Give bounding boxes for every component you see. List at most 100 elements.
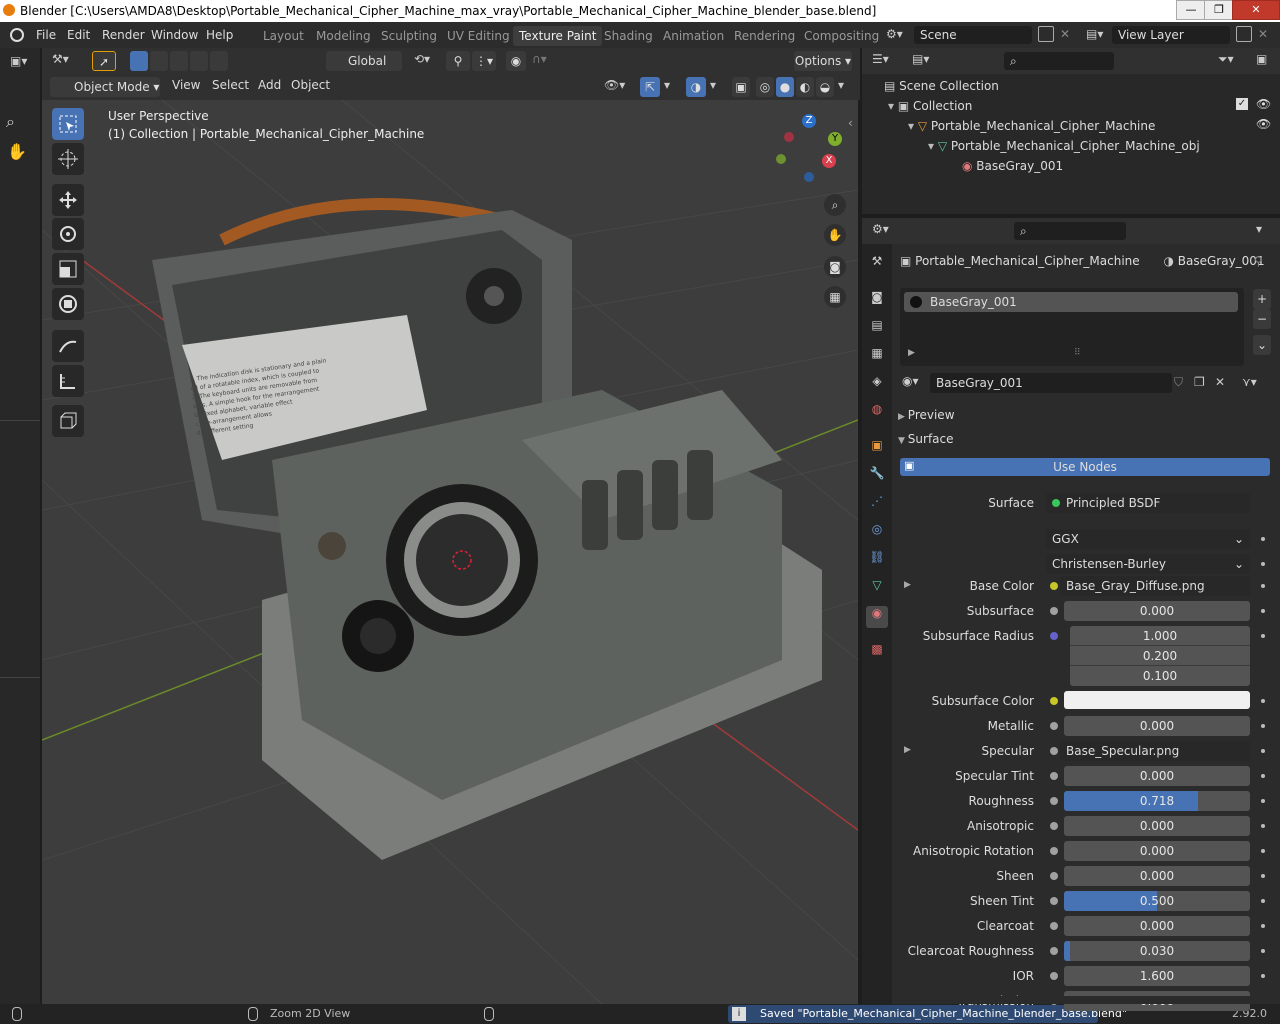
material-name-field[interactable]: BaseGray_001 [930,373,1172,393]
tab-object-icon[interactable]: ▣ [866,438,888,460]
anisotropic-socket-icon[interactable] [1050,822,1058,830]
editor-type-icon[interactable]: ▣▾ [10,54,27,68]
delete-view-layer-icon[interactable]: ✕ [1258,27,1268,41]
properties-search-input[interactable]: ⌕ [1014,222,1126,240]
link-type-icon[interactable]: ⋎▾ [1242,375,1257,389]
specular-texture-field[interactable]: Base_Specular.png [1060,741,1250,761]
visibility-filter-icon[interactable]: 👁▾ [604,78,625,92]
tab-animation[interactable]: Animation [657,26,730,46]
gizmo-x-icon[interactable]: X [822,154,836,168]
snap-target-icon[interactable]: ⋮▾ [472,51,496,71]
tool-select-box[interactable] [52,108,84,140]
sheen-socket-icon[interactable] [1050,872,1058,880]
tab-scene-icon[interactable]: ◈ [866,374,888,396]
tool-measure[interactable] [52,365,84,397]
tab-particles-icon[interactable]: ⋰ [866,494,888,516]
properties-options-icon[interactable]: ▾ [1256,222,1262,236]
menu-help[interactable]: Help [206,28,233,42]
object-visibility-icon[interactable]: 👁 [1256,117,1271,131]
animate-dot[interactable] [1261,899,1265,903]
preview-panel-header[interactable]: ▶ Preview [898,406,1274,424]
outliner-search-input[interactable]: ⌕ [1004,52,1114,70]
base-color-texture-field[interactable]: Base_Gray_Diffuse.png [1060,576,1250,596]
tab-uv-editing[interactable]: UV Editing [441,26,516,46]
roughness-slider[interactable]: 0.718 [1064,791,1250,811]
outliner-row-collection[interactable]: ▾ ▣ Collection [888,96,972,116]
3d-viewport[interactable]: 1. The indication disk is stationary and… [42,100,858,1004]
animate-dot[interactable] [1261,849,1265,853]
clearcoat-slider[interactable]: 0.000 [1064,916,1250,936]
expand-icon[interactable]: ▾ [888,99,898,113]
add-menu[interactable]: Add [258,78,281,92]
sheen-tint-slider[interactable]: 0.500 [1064,891,1250,911]
tool-transform[interactable] [52,288,84,320]
shading-solid-icon[interactable]: ● [776,77,794,97]
unlink-material-icon[interactable]: ✕ [1215,375,1225,389]
gizmo-neg-x-icon[interactable] [784,132,794,142]
animate-dot[interactable] [1261,749,1265,753]
surface-panel-header[interactable]: ▼ Surface [898,430,1274,448]
falloff-icon[interactable]: ∩▾ [532,52,547,66]
shading-wireframe-icon[interactable]: ◎ [756,77,774,97]
gizmo-neg-y-icon[interactable] [776,154,786,164]
tab-compositing[interactable]: Compositing [798,26,885,46]
anisotropic-rotation-slider[interactable]: 0.000 [1064,841,1250,861]
outliner-row-object[interactable]: ▾ ▽ Portable_Mechanical_Cipher_Machine [908,116,1155,136]
properties-editor-icon[interactable]: ⚙▾ [872,222,889,236]
editor-type-3d-icon[interactable]: ⚒▾ [52,52,69,66]
select-mode-extend-icon[interactable] [150,51,168,71]
expand-icon[interactable]: ▶ [904,580,911,590]
animate-dot[interactable] [1261,724,1265,728]
animate-dot[interactable] [1261,699,1265,703]
tab-layout[interactable]: Layout [257,26,310,46]
subsurface-radius-component[interactable]: 0.200 [1070,646,1250,666]
save-report[interactable]: i Saved "Portable_Mechanical_Cipher_Mach… [728,1005,1127,1023]
animate-dot[interactable] [1261,584,1265,588]
gizmo-y-icon[interactable]: Y [828,132,842,146]
gizmo-dropdown-icon[interactable]: ▾ [664,78,670,92]
tab-data-icon[interactable]: ▽ [866,578,888,600]
tool-rotate[interactable] [52,218,84,250]
use-nodes-button[interactable]: Use Nodes [900,458,1270,476]
specular-tint-slider[interactable]: 0.000 [1064,766,1250,786]
outliner-row-mesh[interactable]: ▾ ▽ Portable_Mechanical_Cipher_Machine_o… [928,136,1200,156]
list-expand-icon[interactable]: ▶ [908,348,915,358]
scene-selector-icon[interactable]: ⚙▾ [886,27,914,45]
filter-icon[interactable]: ⏷▾ [1218,52,1234,67]
subsurface-socket-icon[interactable] [1050,607,1058,615]
tool-move[interactable] [52,184,84,216]
pin-icon[interactable]: ⚲ [1254,254,1263,268]
proportional-edit-icon[interactable]: ◉ [506,51,526,71]
gizmo-toggle-icon[interactable]: ⇱ [640,77,660,97]
expand-icon[interactable]: ▾ [908,119,918,133]
expand-icon[interactable]: ▶ [904,745,911,755]
object-menu[interactable]: Object [291,78,330,92]
tool-annotate[interactable] [52,330,84,362]
tab-material-icon[interactable]: ◉ [866,606,888,628]
ior-slider[interactable]: 1.600 [1064,966,1250,986]
animate-dot[interactable] [1261,609,1265,613]
collection-checkbox-icon[interactable]: ✓ [1236,98,1248,110]
snap-toggle-icon[interactable]: ⚲ [446,51,470,71]
display-mode-icon[interactable]: ▤▾ [912,52,929,66]
overlays-toggle-icon[interactable]: ◑ [686,77,706,97]
fake-user-icon[interactable]: ⛉ [1174,375,1183,390]
shading-dropdown-icon[interactable]: ▾ [838,78,844,92]
animate-dot[interactable] [1261,874,1265,878]
select-mode-intersect-icon[interactable] [190,51,208,71]
pan-icon[interactable]: ✋ [824,224,846,246]
pivot-icon[interactable]: ⟲▾ [414,52,430,66]
object-mode-dropdown[interactable]: Object Mode ▾ [50,77,160,97]
select-tool-button[interactable]: ➚ [92,51,116,71]
roughness-socket-icon[interactable] [1050,797,1058,805]
animate-dot[interactable] [1261,824,1265,828]
subsurface-color-swatch[interactable] [1064,691,1250,709]
select-mode-invert-icon[interactable] [210,51,228,71]
subsurface-color-socket-icon[interactable] [1050,697,1058,705]
gizmo-neg-z-icon[interactable] [804,172,814,182]
pan-view-icon[interactable]: ✋ [7,142,27,161]
menu-render[interactable]: Render [102,28,145,42]
animate-dot[interactable] [1261,562,1265,566]
zoom-view-icon[interactable]: ⌕ [6,112,15,132]
scene-name-field[interactable]: Scene [914,26,1032,44]
